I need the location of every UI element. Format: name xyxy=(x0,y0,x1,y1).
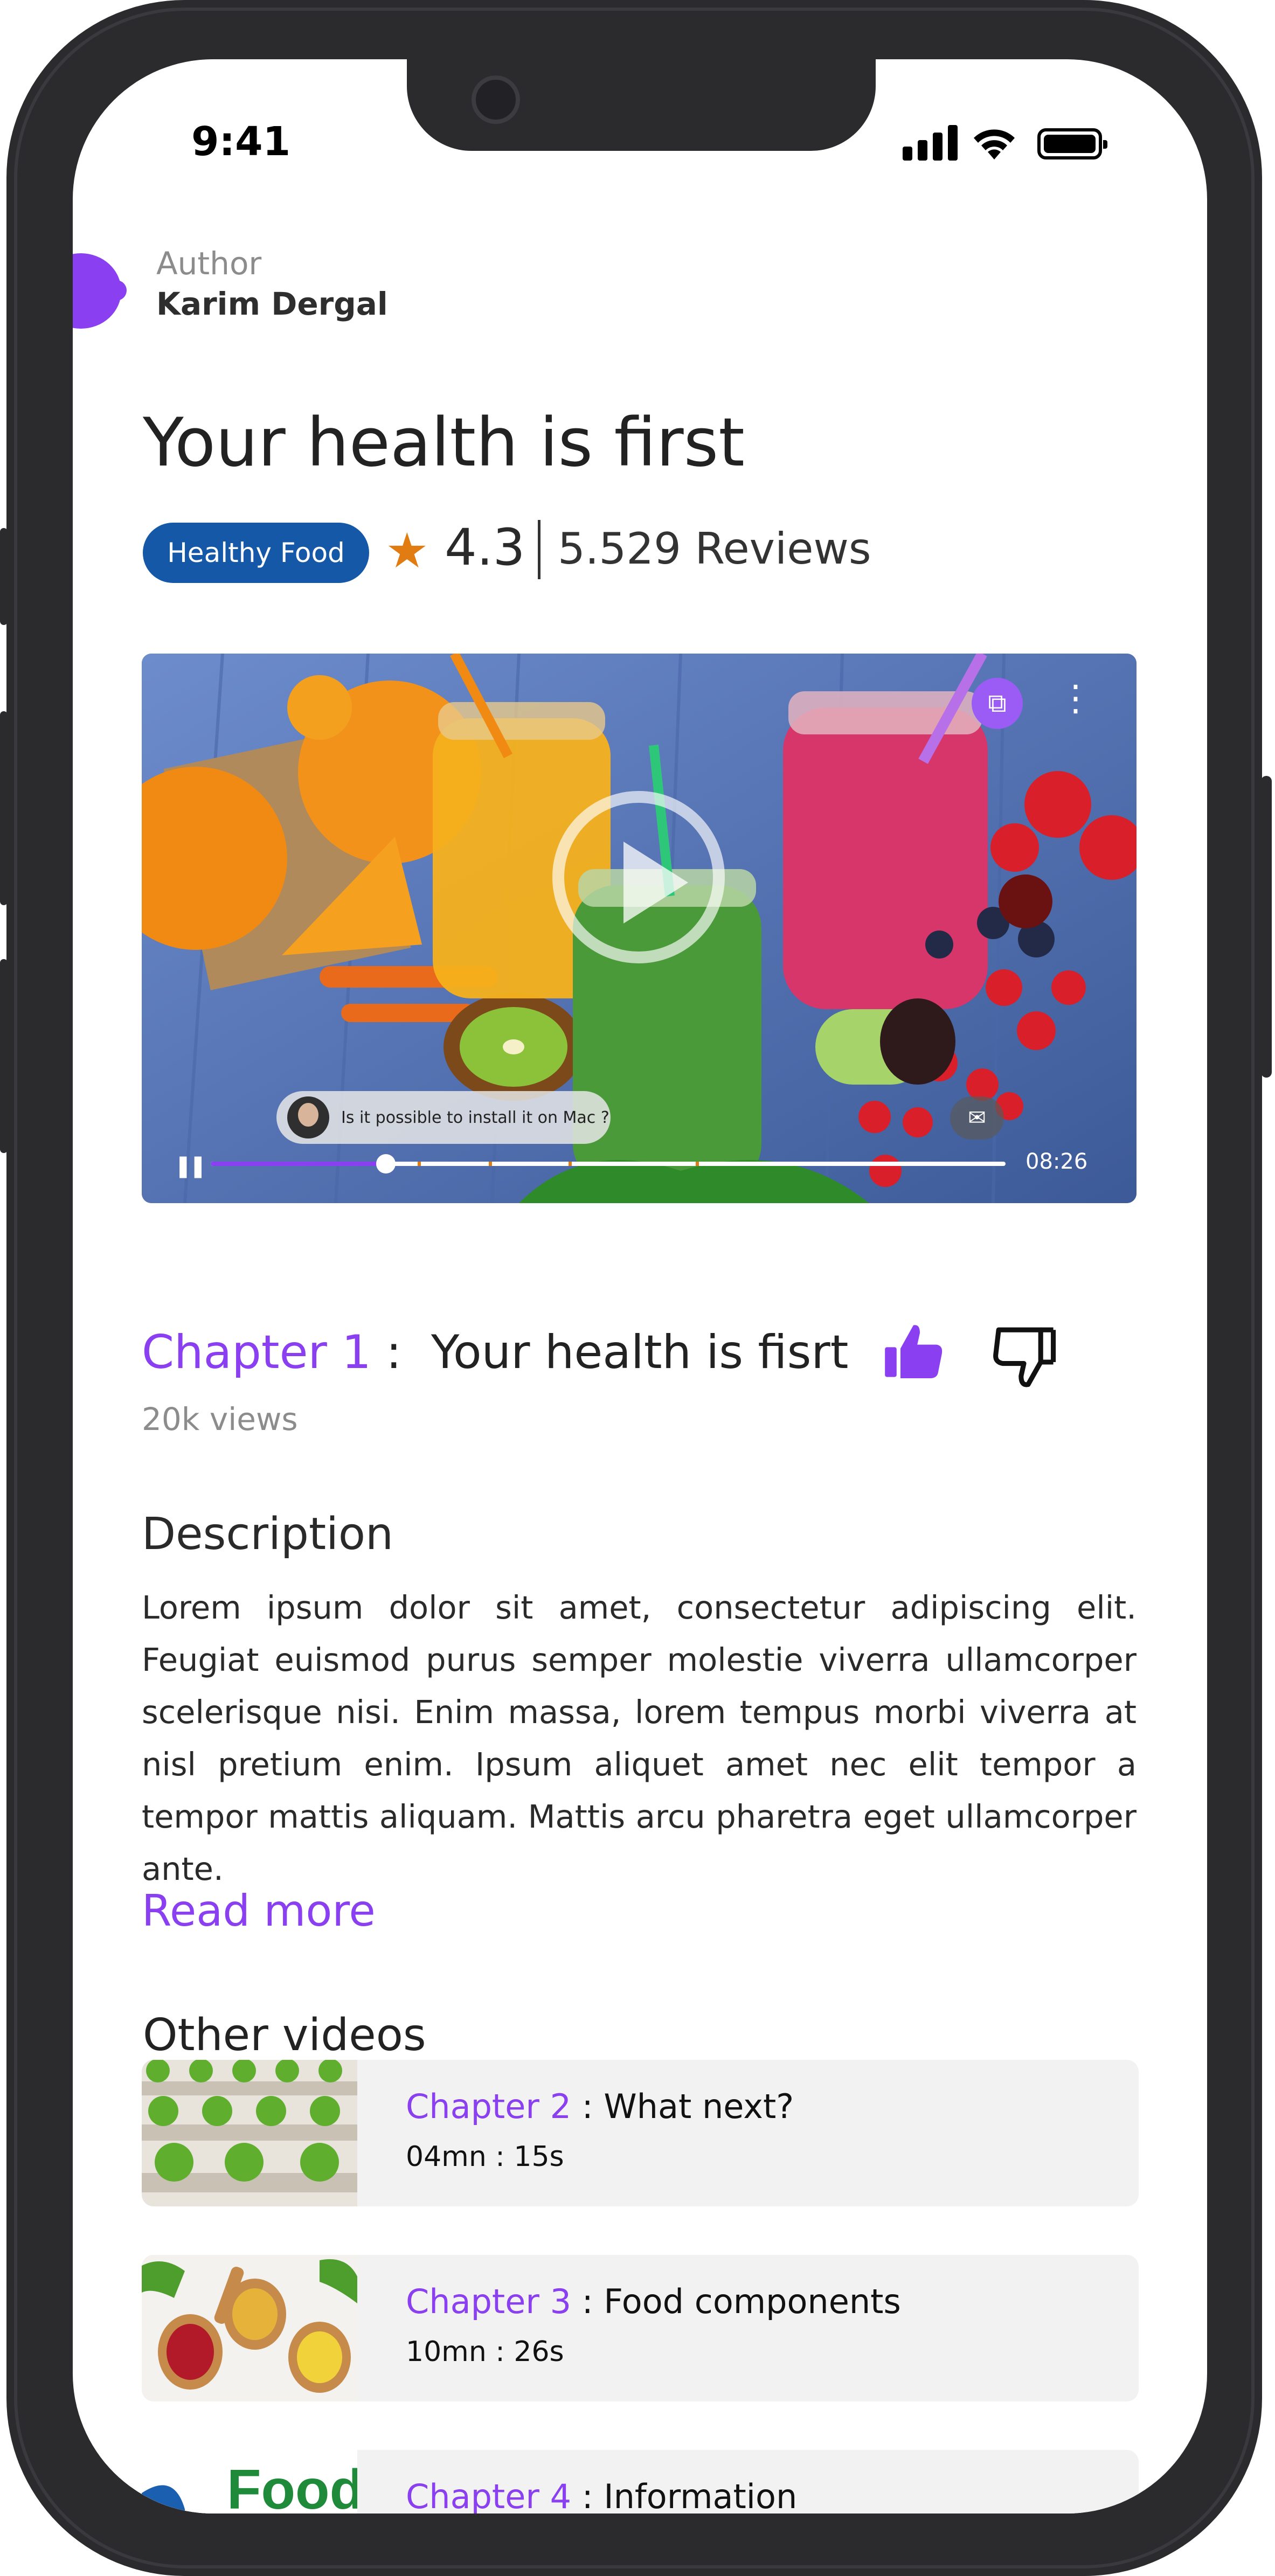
video-card-chapter-2[interactable]: Chapter 2 : What next? 04mn : 15s xyxy=(142,2060,1139,2206)
phone-frame: 9:41 Author Karim Dergal Your health is … xyxy=(6,0,1262,2576)
video-card-title: Chapter 2 : What next? xyxy=(406,2087,794,2126)
view-count: 20k views xyxy=(142,1401,298,1438)
side-button-volume-down xyxy=(0,959,8,1153)
video-thumbnail xyxy=(142,2255,357,2401)
wifi-icon xyxy=(974,129,1015,159)
progress-bar[interactable] xyxy=(211,1154,1006,1174)
screen: 9:41 Author Karim Dergal Your health is … xyxy=(73,59,1207,2513)
video-card-duration: 04mn : 15s xyxy=(406,2141,564,2173)
side-button-mute xyxy=(0,528,8,625)
chapter-number: Chapter 1 xyxy=(142,1325,371,1379)
video-player[interactable]: ⧉ ⋮ Is it possible to install it on Mac … xyxy=(142,654,1137,1203)
notch xyxy=(407,59,876,151)
chapter-number: Chapter 2 xyxy=(406,2087,572,2126)
video-card-chapter-3[interactable]: Chapter 3 : Food components 10mn : 26s xyxy=(142,2255,1139,2401)
description-text: Lorem ipsum dolor sit amet, consectetur … xyxy=(142,1589,1137,1887)
video-thumbnail: Food xyxy=(142,2450,357,2513)
chapter-title: Your health is fisrt xyxy=(431,1325,849,1379)
progress-handle[interactable] xyxy=(376,1154,396,1174)
chapter-name: : Information xyxy=(571,2477,798,2513)
chapter-separator: : xyxy=(371,1325,431,1379)
video-duration: 08:26 xyxy=(1025,1149,1088,1174)
status-time: 9:41 xyxy=(191,119,291,165)
chapter-number: Chapter 3 xyxy=(406,2282,572,2321)
description-heading: Description xyxy=(142,1509,394,1560)
status-icons xyxy=(903,123,1172,161)
dislike-icon[interactable] xyxy=(989,1320,1059,1390)
chapter-name: : Food components xyxy=(571,2282,901,2321)
chapter-number: Chapter 4 xyxy=(406,2477,572,2513)
comments-toggle-icon[interactable]: ✉ xyxy=(950,1096,1004,1140)
chapter-name: : What next? xyxy=(571,2087,794,2126)
read-more-link[interactable]: Read more xyxy=(142,1886,376,1936)
chapter-marker[interactable] xyxy=(489,1162,493,1166)
chapter-marker[interactable] xyxy=(695,1162,699,1166)
star-icon: ★ xyxy=(385,523,429,579)
divider xyxy=(538,520,541,579)
play-button[interactable] xyxy=(552,791,725,963)
side-button-power xyxy=(1261,776,1272,1078)
commenter-avatar xyxy=(287,1096,329,1138)
reviews-count[interactable]: 5.529 Reviews xyxy=(558,524,871,574)
chapter-marker[interactable] xyxy=(568,1162,572,1166)
side-button-volume-up xyxy=(0,711,8,905)
author-avatar[interactable] xyxy=(73,253,121,329)
like-icon[interactable] xyxy=(881,1320,946,1385)
video-thumbnail xyxy=(142,2060,357,2206)
battery-icon xyxy=(1037,128,1107,159)
chat-icon[interactable]: ⧉ xyxy=(972,678,1023,729)
video-thumbnail xyxy=(142,654,1137,1203)
author-name[interactable]: Karim Dergal xyxy=(156,286,388,322)
pause-icon[interactable]: ❚❚ xyxy=(174,1154,207,1178)
more-options-icon[interactable]: ⋮ xyxy=(1058,681,1093,716)
chapter-marker[interactable] xyxy=(417,1162,421,1166)
comment-bubble[interactable]: Is it possible to install it on Mac ? xyxy=(276,1091,611,1144)
progress-fill xyxy=(211,1162,386,1166)
comment-text: Is it possible to install it on Mac ? xyxy=(341,1108,609,1127)
page-title: Your health is first xyxy=(143,404,745,482)
video-card-duration: 10mn : 26s xyxy=(406,2336,564,2368)
rating-value: 4.3 xyxy=(445,518,525,577)
online-indicator xyxy=(106,280,127,301)
chapter-heading: Chapter 1 : Your health is fisrt xyxy=(142,1325,848,1379)
author-label: Author xyxy=(156,245,262,282)
video-card-title: Chapter 3 : Food components xyxy=(406,2282,901,2321)
thumbnail-logo-text: Food xyxy=(227,2459,357,2513)
other-videos-heading: Other videos xyxy=(143,2010,426,2061)
camera xyxy=(472,75,520,124)
category-tag[interactable]: Healthy Food xyxy=(143,523,369,583)
video-card-title: Chapter 4 : Information xyxy=(406,2477,797,2513)
video-card-chapter-4[interactable]: Food Chapter 4 : Information xyxy=(142,2450,1139,2513)
